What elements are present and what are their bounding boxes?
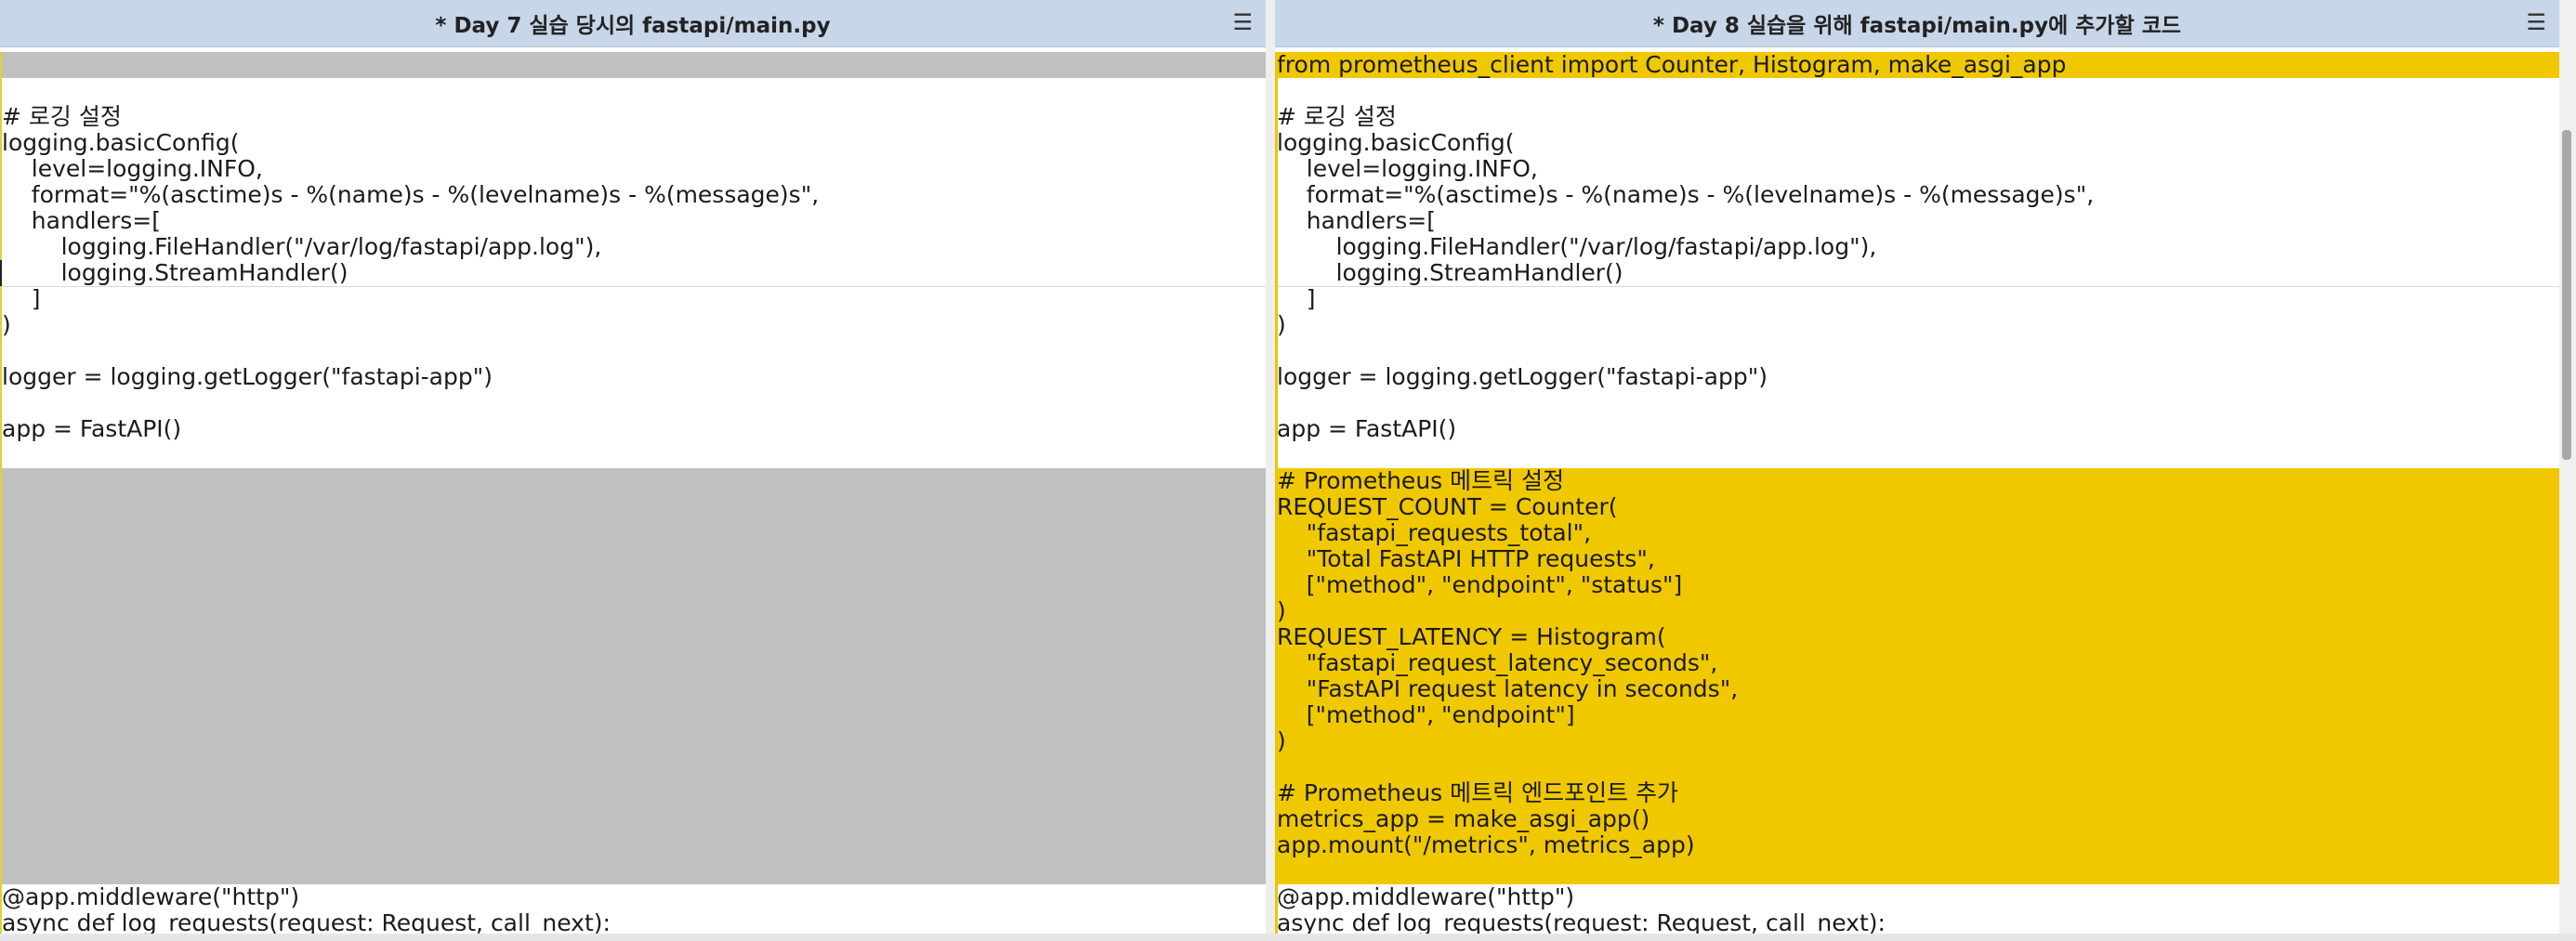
code-line: ["method", "endpoint"] — [1277, 701, 1575, 728]
code-line: level=logging.INFO, — [2, 155, 263, 182]
code-line: ) — [1277, 597, 1286, 624]
code-line: ) — [1277, 727, 1286, 754]
code-line: handlers=[ — [2, 207, 161, 234]
code-line: logger = logging.getLogger("fastapi-app"… — [2, 363, 493, 390]
code-line: ["method", "endpoint", "status"] — [1277, 571, 1683, 598]
code-line: format="%(asctime)s - %(name)s - %(level… — [1277, 181, 2095, 208]
code-line: "fastapi_requests_total", — [1277, 519, 1592, 546]
code-line: format="%(asctime)s - %(name)s - %(level… — [2, 181, 820, 208]
code-line: ] — [2, 285, 41, 312]
code-line: # 로깅 설정 — [2, 103, 122, 130]
code-line: logging.StreamHandler() — [1277, 259, 1623, 286]
code-line: "fastapi_request_latency_seconds", — [1277, 649, 1718, 676]
left-editor-pane: * Day 7 실습 당시의 fastapi/main.py ☰ # 로깅 설정… — [0, 0, 1266, 941]
code-line: # Prometheus 메트릭 엔드포인트 추가 — [1277, 779, 1679, 806]
right-editor-pane: * Day 8 실습을 위해 fastapi/main.py에 추가할 코드 ☰… — [1275, 0, 2559, 941]
code-line: # 로깅 설정 — [1277, 103, 1397, 130]
code-line: logger = logging.getLogger("fastapi-app"… — [1277, 363, 1768, 390]
code-line: logging.basicConfig( — [2, 129, 240, 156]
pane-splitter[interactable] — [1266, 0, 1275, 941]
code-line: level=logging.INFO, — [1277, 155, 1538, 182]
code-line: "Total FastAPI HTTP requests", — [1277, 545, 1655, 572]
right-code-view[interactable]: from prometheus_client import Counter, H… — [1275, 52, 2559, 941]
code-line: app = FastAPI() — [2, 415, 182, 442]
code-line: logging.basicConfig( — [1277, 129, 1515, 156]
code-line: logging.StreamHandler() — [2, 259, 348, 286]
code-line: REQUEST_LATENCY = Histogram( — [1277, 623, 1666, 650]
menu-icon[interactable]: ☰ — [2526, 9, 2546, 35]
change-gutter-marker — [0, 52, 2, 941]
code-line: logging.FileHandler("/var/log/fastapi/ap… — [2, 233, 602, 260]
code-line: async def log_requests(request: Request,… — [2, 909, 611, 936]
right-titlebar: * Day 8 실습을 위해 fastapi/main.py에 추가할 코드 ☰ — [1275, 0, 2559, 47]
code-line: @app.middleware("http") — [2, 883, 300, 910]
code-line: ) — [1277, 311, 1286, 338]
left-pane-title: * Day 7 실습 당시의 fastapi/main.py — [435, 14, 831, 38]
code-line: app.mount("/metrics", metrics_app) — [1277, 831, 1695, 858]
menu-icon[interactable]: ☰ — [1232, 9, 1253, 35]
right-pane-title: * Day 8 실습을 위해 fastapi/main.py에 추가할 코드 — [1652, 14, 2182, 38]
code-line: ) — [2, 311, 11, 338]
code-line: handlers=[ — [1277, 207, 1436, 234]
left-titlebar: * Day 7 실습 당시의 fastapi/main.py ☰ — [0, 0, 1266, 47]
left-code-view[interactable]: # 로깅 설정 logging.basicConfig( level=loggin… — [0, 52, 1266, 941]
code-line: @app.middleware("http") — [1277, 883, 1575, 910]
scrollbar-thumb[interactable] — [2562, 130, 2571, 460]
code-line: # Prometheus 메트릭 설정 — [1277, 467, 1565, 494]
text-cursor — [0, 260, 2, 286]
code-line: async def log_requests(request: Request,… — [1277, 909, 1886, 936]
code-line: metrics_app = make_asgi_app() — [1277, 805, 1650, 832]
code-line: "FastAPI request latency in seconds", — [1277, 675, 1739, 702]
code-line: REQUEST_COUNT = Counter( — [1277, 493, 1618, 520]
code-line: logging.FileHandler("/var/log/fastapi/ap… — [1277, 233, 1877, 260]
code-line: app = FastAPI() — [1277, 415, 1457, 442]
change-gutter-marker — [1275, 52, 1278, 941]
horizontal-scrollbar[interactable] — [0, 934, 2576, 941]
code-line: ] — [1277, 285, 1316, 312]
code-line: from prometheus_client import Counter, H… — [1277, 51, 2067, 78]
